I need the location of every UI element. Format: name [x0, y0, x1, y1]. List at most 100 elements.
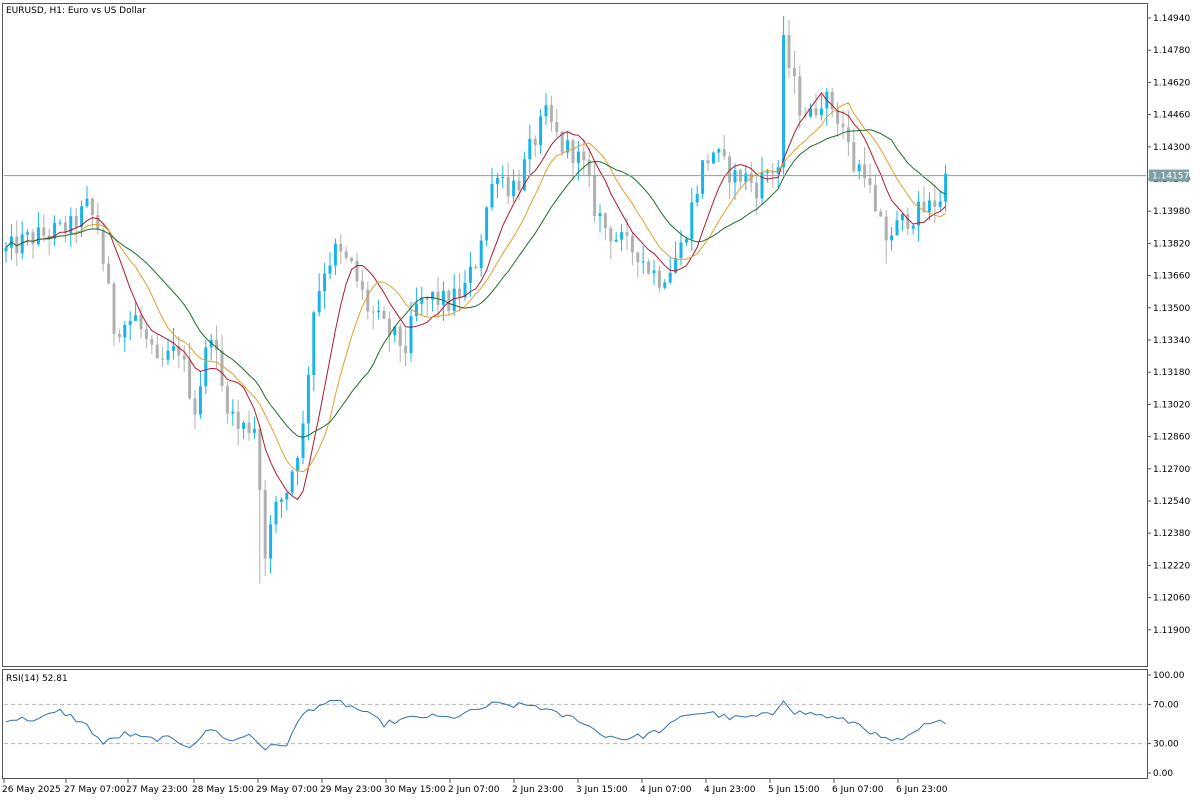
candle-body — [182, 355, 186, 360]
candle-body — [328, 265, 332, 274]
candle-body — [495, 177, 499, 185]
candle-body — [258, 428, 262, 490]
candle[interactable] — [701, 160, 705, 199]
candle-body — [74, 215, 78, 228]
candle-body — [414, 303, 418, 317]
candle-body — [852, 142, 856, 172]
price-tick-label: 1.14780 — [1153, 46, 1190, 56]
candle-body — [155, 344, 159, 359]
time-tick-label: 27 May 07:00 — [64, 785, 126, 795]
candle-body — [841, 123, 845, 128]
candle-body — [441, 290, 445, 305]
price-tick-label: 1.13820 — [1153, 239, 1190, 249]
candle-body — [506, 177, 510, 197]
price-tick-label: 1.14300 — [1153, 143, 1190, 153]
price-tick-label: 1.12860 — [1153, 433, 1190, 443]
price-tick-label: 1.13340 — [1153, 336, 1190, 346]
candle-body — [247, 422, 251, 433]
candle-body — [355, 261, 359, 282]
current-price-label: 1.14157 — [1152, 172, 1189, 182]
candle-body — [112, 283, 116, 334]
candle[interactable] — [782, 15, 786, 175]
candle-body — [188, 359, 192, 399]
candle-body — [533, 138, 537, 146]
candle-body — [636, 252, 640, 263]
rsi-tick-label: 70.00 — [1153, 700, 1179, 710]
candle-body — [458, 288, 462, 298]
candle-body — [360, 281, 364, 290]
candle-body — [312, 312, 316, 375]
candle-body — [166, 350, 170, 360]
candle-body — [938, 201, 942, 207]
candle-body — [107, 263, 111, 284]
candle-body — [863, 164, 867, 179]
candle-body — [474, 266, 478, 269]
candle-body — [911, 225, 915, 229]
candle-body — [706, 160, 710, 164]
price-tick-label: 1.13500 — [1153, 304, 1190, 314]
candle-body — [701, 160, 705, 194]
candle-body — [269, 524, 273, 559]
time-tick-label: 27 May 23:00 — [126, 785, 188, 795]
candle-body — [900, 214, 904, 221]
candle-body — [512, 180, 516, 197]
candle-body — [933, 200, 937, 207]
price-tick-label: 1.12540 — [1153, 497, 1190, 507]
candle-body — [873, 184, 877, 212]
candle-body — [58, 222, 62, 224]
candle-body — [684, 239, 688, 243]
candle-body — [161, 358, 165, 360]
candle-body — [382, 310, 386, 319]
price-tick-label: 1.12380 — [1153, 529, 1190, 539]
candle-body — [792, 67, 796, 77]
time-tick-label: 28 May 15:00 — [192, 785, 254, 795]
candle[interactable] — [485, 206, 489, 247]
candle-body — [409, 316, 413, 354]
candle-body — [290, 471, 294, 493]
candle-body — [26, 232, 30, 235]
price-tick-label: 1.14620 — [1153, 78, 1190, 88]
candle-body — [31, 232, 35, 245]
candle-body — [274, 501, 278, 525]
candle-body — [647, 261, 651, 274]
candle-body — [150, 339, 154, 345]
candle-body — [879, 211, 883, 217]
candle-body — [323, 273, 327, 292]
candle-body — [787, 34, 791, 68]
candle-body — [652, 270, 656, 274]
candle-body — [890, 235, 894, 241]
candle[interactable] — [290, 469, 294, 496]
candle-body — [431, 291, 435, 300]
candle-body — [252, 428, 256, 433]
candle-body — [350, 257, 354, 262]
price-tick-label: 1.13980 — [1153, 207, 1190, 217]
candle-body — [501, 177, 505, 179]
price-tick-label: 1.11900 — [1153, 626, 1190, 636]
candle-body — [306, 374, 310, 424]
rsi-tick-label: 100.00 — [1153, 671, 1185, 681]
candle[interactable] — [711, 151, 715, 165]
candle[interactable] — [204, 339, 208, 394]
candle-body — [744, 173, 748, 182]
rsi-tick-label: 0.00 — [1153, 769, 1173, 779]
candle-body — [220, 350, 224, 387]
candle-body — [717, 149, 721, 153]
candle-body — [317, 291, 321, 313]
time-tick-label: 26 May 2025 — [2, 785, 61, 795]
candle-body — [620, 232, 624, 240]
candle-body — [857, 164, 861, 172]
time-tick-label: 29 May 07:00 — [256, 785, 318, 795]
trading-chart[interactable]: EURUSD, H1: Euro vs US Dollar RSI(14) 52… — [0, 0, 1200, 800]
candle-body — [263, 489, 267, 559]
candle-body — [242, 422, 246, 429]
candle-body — [695, 193, 699, 203]
chart-title: EURUSD, H1: Euro vs US Dollar — [6, 6, 146, 16]
candle-body — [485, 207, 489, 241]
candle-body — [134, 315, 138, 321]
candle-body — [690, 202, 694, 240]
candle-body — [204, 347, 208, 387]
candle-body — [42, 227, 46, 236]
rsi-label: RSI(14) 52.81 — [6, 674, 68, 684]
candle-body — [339, 243, 343, 252]
candle-body — [128, 320, 132, 325]
